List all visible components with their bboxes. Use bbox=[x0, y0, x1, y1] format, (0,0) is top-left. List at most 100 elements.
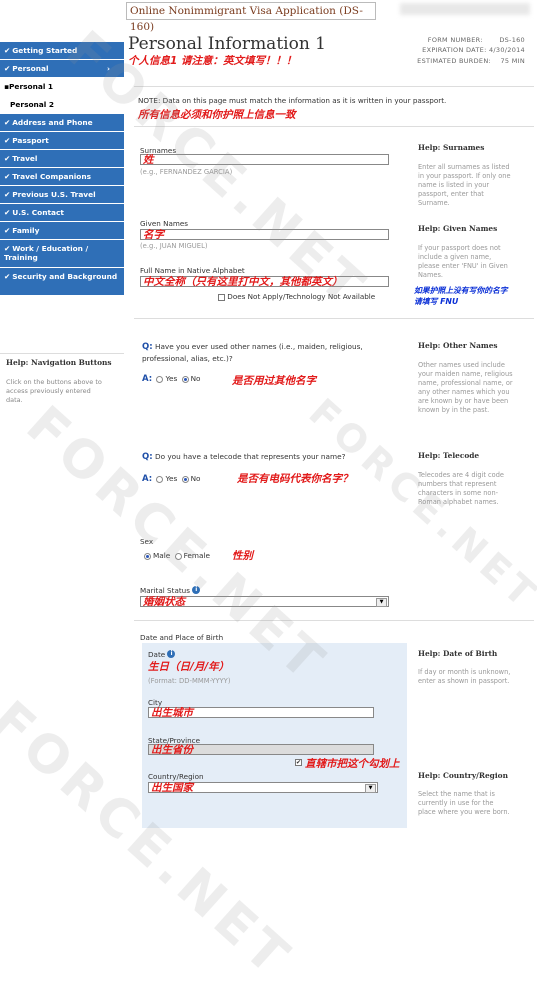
other-names-answer: A: Yes No bbox=[142, 374, 201, 384]
check-icon: ✔ bbox=[4, 208, 11, 217]
help-dob-title: Help: Date of Birth bbox=[418, 649, 498, 658]
help-country-title: Help: Country/Region bbox=[418, 771, 508, 780]
sidebar-item-family[interactable]: ✔ Family bbox=[0, 222, 124, 240]
surname-annotation: 姓 bbox=[143, 154, 154, 166]
estimated-burden: ESTIMATED BURDEN: 75 MIN bbox=[417, 57, 525, 65]
check-icon: ✔ bbox=[4, 272, 11, 281]
sidebar-item-address-phone[interactable]: ✔ Address and Phone bbox=[0, 114, 124, 132]
passport-note-annotation: 所有信息必须和你护照上信息一致 bbox=[138, 109, 296, 121]
sidebar-item-travel[interactable]: ✔ Travel bbox=[0, 150, 124, 168]
title-annotation: 个人信息1 请注意：英文填写！！！ bbox=[128, 55, 297, 67]
check-icon: ✔ bbox=[4, 172, 11, 181]
check-icon: ✔ bbox=[4, 190, 11, 199]
help-other-names-title: Help: Other Names bbox=[418, 341, 498, 350]
sidebar-item-security[interactable]: ✔ Security and Background bbox=[0, 268, 124, 296]
check-icon: ✔ bbox=[4, 226, 11, 235]
telecode-annotation: 是否有电码代表你名字？ bbox=[237, 473, 353, 485]
sex-options: Male Female bbox=[140, 550, 210, 561]
help-nav-title: Help: Navigation Buttons bbox=[6, 358, 112, 367]
country-select[interactable]: 出生国家 ▼ bbox=[148, 782, 378, 794]
state-check-annotation: 直辖市把这个勾划上 bbox=[305, 758, 400, 770]
passport-note: NOTE: Data on this page must match the i… bbox=[138, 96, 447, 105]
help-given-text: If your passport does not include a give… bbox=[418, 244, 508, 279]
check-icon: ✔ bbox=[4, 118, 11, 127]
surnames-input[interactable]: 姓 bbox=[140, 154, 389, 166]
help-nav-text: Click on the buttons above to access pre… bbox=[6, 378, 102, 404]
sidebar-item-work-education[interactable]: ✔ Work / Education / Training bbox=[0, 240, 124, 268]
header-blurred-area bbox=[400, 3, 530, 15]
sidebar-item-getting-started[interactable]: ✔ Getting Started bbox=[0, 42, 124, 60]
date-label: Date i bbox=[148, 650, 176, 659]
native-na-checkbox[interactable] bbox=[218, 293, 225, 301]
help-telecode-text: Telecodes are 4 digit code numbers that … bbox=[418, 471, 504, 506]
help-country-text: Select the name that is currently in use… bbox=[418, 790, 510, 816]
telecode-yes-radio[interactable] bbox=[156, 475, 164, 483]
sidebar-item-previous-travel[interactable]: ✔ Previous U.S. Travel bbox=[0, 186, 124, 204]
other-names-question: Q: Have you ever used other names (i.e.,… bbox=[142, 342, 363, 363]
sidebar-item-personal-1[interactable]: ▪Personal 1 bbox=[0, 78, 124, 96]
native-na-label: Does Not Apply/Technology Not Available bbox=[227, 292, 376, 301]
check-icon: ✔ bbox=[4, 244, 11, 253]
sex-label: Sex bbox=[140, 537, 154, 546]
state-na-row: ✔ bbox=[295, 758, 302, 766]
fnu-note-line1: 如果护照上没有写你的名字 bbox=[414, 286, 508, 295]
city-annotation: 出生城市 bbox=[151, 707, 193, 719]
state-na-checkbox[interactable]: ✔ bbox=[295, 758, 302, 766]
dropdown-arrow-icon: ▼ bbox=[365, 784, 376, 793]
city-input[interactable]: 出生城市 bbox=[148, 707, 374, 719]
sidebar-item-us-contact[interactable]: ✔ U.S. Contact bbox=[0, 204, 124, 222]
info-icon[interactable]: i bbox=[167, 650, 176, 658]
app-title: Online Nonimmigrant Visa Application (DS… bbox=[126, 2, 376, 33]
sidebar-nav: ✔ Getting Started ✔ Personal › ▪Personal 1 … bbox=[0, 42, 124, 296]
sidebar-item-personal-2[interactable]: Personal 2 bbox=[0, 96, 124, 114]
telecode-question: Q: Do you have a telecode that represent… bbox=[142, 452, 346, 462]
native-name-input[interactable]: 中文全称（只有这里打中文，其他都英文） bbox=[140, 276, 389, 288]
country-annotation: 出生国家 bbox=[151, 782, 193, 794]
divider bbox=[134, 318, 534, 319]
other-names-yes-radio[interactable] bbox=[156, 375, 164, 383]
info-icon[interactable]: i bbox=[192, 586, 201, 594]
check-icon: ✔ bbox=[4, 136, 11, 145]
sex-annotation: 性别 bbox=[232, 550, 253, 562]
given-annotation: 名字 bbox=[143, 229, 164, 241]
divider bbox=[134, 86, 534, 87]
telecode-no-radio[interactable] bbox=[181, 475, 189, 483]
help-given-title: Help: Given Names bbox=[418, 224, 498, 233]
fnu-note-line2: 请填写 FNU bbox=[414, 297, 459, 306]
help-surnames-title: Help: Surnames bbox=[418, 143, 485, 152]
sidebar-item-travel-companions[interactable]: ✔ Travel Companions bbox=[0, 168, 124, 186]
given-names-hint: (e.g., JUAN MIGUEL) bbox=[140, 242, 208, 250]
help-dob-text: If day or month is unknown, enter as sho… bbox=[418, 668, 511, 685]
native-annotation: 中文全称（只有这里打中文，其他都英文） bbox=[143, 276, 343, 288]
other-names-no-radio[interactable] bbox=[181, 375, 189, 383]
sidebar-item-passport[interactable]: ✔ Passport bbox=[0, 132, 124, 150]
female-radio[interactable] bbox=[174, 552, 182, 560]
check-icon: ✔ bbox=[4, 154, 11, 163]
given-names-input[interactable]: 名字 bbox=[140, 229, 389, 241]
help-surnames-text: Enter all surnames as listed in your pas… bbox=[418, 163, 511, 207]
help-telecode-title: Help: Telecode bbox=[418, 451, 480, 460]
chevron-right-icon: › bbox=[106, 64, 110, 73]
dob-annotation: 生日（日/月/年） bbox=[148, 661, 230, 673]
divider bbox=[134, 620, 534, 621]
other-names-annotation: 是否用过其他名字 bbox=[232, 375, 316, 387]
help-other-names-text: Other names used include your maiden nam… bbox=[418, 361, 513, 414]
dropdown-arrow-icon: ▼ bbox=[376, 598, 387, 607]
expiration-date: EXPIRATION DATE: 4/30/2014 bbox=[422, 46, 525, 54]
surnames-hint: (e.g., FERNANDEZ GARCIA) bbox=[140, 168, 233, 176]
marital-annotation: 婚姻状态 bbox=[143, 596, 185, 608]
male-radio[interactable] bbox=[144, 552, 151, 560]
check-icon: ✔ bbox=[4, 64, 11, 73]
native-na-checkbox-row: Does Not Apply/Technology Not Available bbox=[218, 292, 375, 301]
marital-status-select[interactable]: 婚姻状态 ▼ bbox=[140, 596, 389, 608]
check-icon: ✔ bbox=[4, 46, 11, 55]
page-title: Personal Information 1 bbox=[128, 34, 326, 54]
telecode-answer: A: Yes No bbox=[142, 474, 201, 484]
state-input[interactable]: 出生省份 bbox=[148, 744, 374, 756]
dob-section-title: Date and Place of Birth bbox=[140, 633, 224, 642]
date-format-hint: (Format: DD-MMM-YYYY) bbox=[148, 677, 231, 685]
sidebar-item-personal[interactable]: ✔ Personal › bbox=[0, 60, 124, 78]
divider bbox=[134, 126, 534, 127]
form-number: FORM NUMBER: DS-160 bbox=[427, 36, 525, 44]
state-annotation: 出生省份 bbox=[151, 744, 193, 756]
